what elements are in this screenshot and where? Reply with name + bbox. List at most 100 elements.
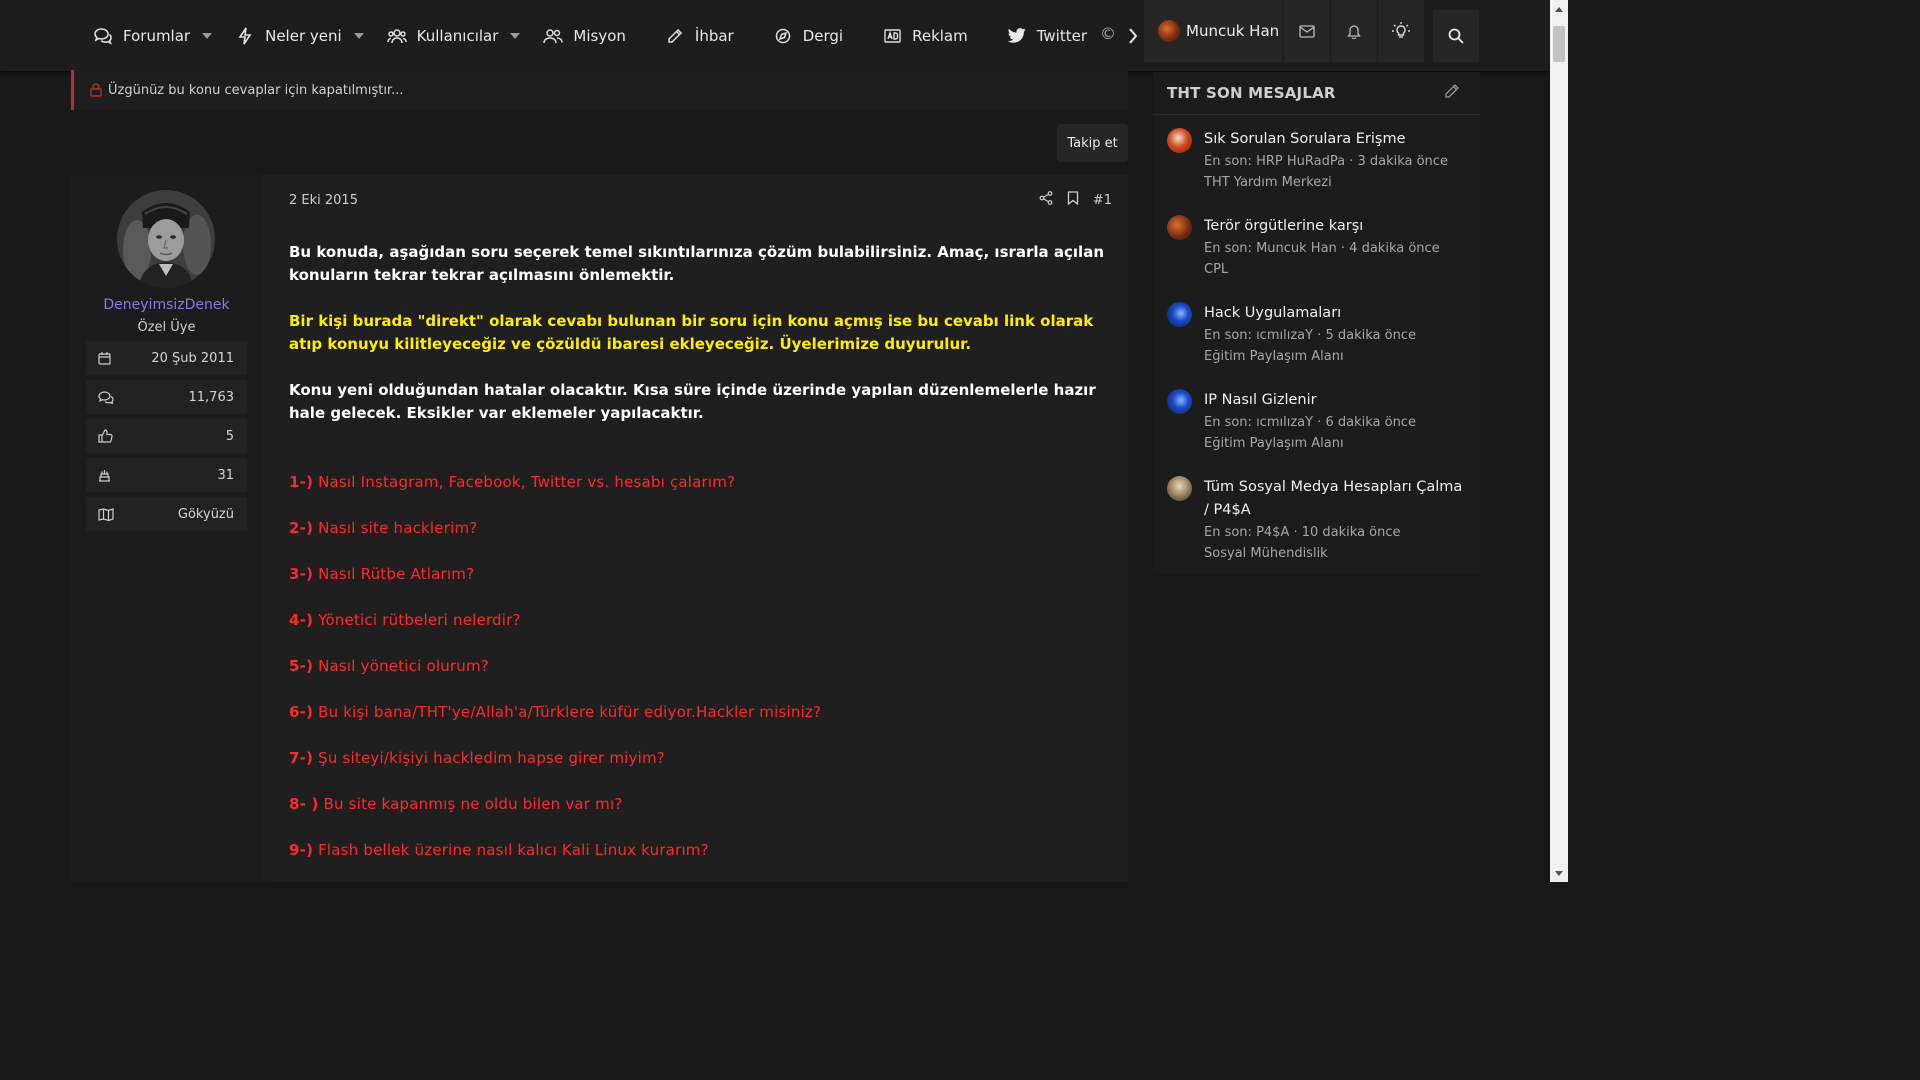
- share-icon[interactable]: [1039, 191, 1053, 209]
- follow-button[interactable]: Takip et: [1057, 124, 1128, 162]
- thread-closed-notice: Üzgünüz bu konu cevaplar için kapatılmış…: [71, 70, 1128, 110]
- post-message: DeneyimsizDenek Özel Üye 20 Şub 2011 11,…: [71, 175, 1128, 882]
- stat-value: 11,763: [188, 389, 235, 405]
- thumbs-up-icon: [98, 429, 113, 443]
- lightbulb-icon: [1392, 22, 1410, 38]
- post-paragraph-notice: Konu yeni olduğundan hatalar olacaktır. …: [289, 381, 1096, 422]
- search-button[interactable]: [1433, 10, 1479, 62]
- pencil-icon: [664, 25, 686, 47]
- thread-meta: En son: HRP HuRadPa · 3 dakika önce: [1204, 154, 1448, 169]
- question-item[interactable]: 8- ) Bu site kapanmış ne oldu bilen var …: [289, 793, 1109, 839]
- chevron-down-icon[interactable]: [353, 32, 364, 39]
- page-scrollbar[interactable]: [1550, 0, 1568, 882]
- map-icon: [98, 507, 114, 521]
- group-icon: [542, 25, 564, 47]
- nav-label: Forumlar: [123, 26, 191, 45]
- envelope-icon: [1299, 24, 1315, 38]
- nav-ihbar[interactable]: İhbar: [644, 0, 752, 71]
- question-item[interactable]: 1-) Nasıl Instagram, Facebook, Twitter v…: [289, 471, 1109, 517]
- thread-link[interactable]: Sık Sorulan Sorulara Erişme: [1204, 128, 1469, 151]
- post-content: 2 Eki 2015 #1 Bu konuda, aşağıdan soru s…: [275, 175, 1128, 882]
- question-item[interactable]: 5-) Nasıl yönetici olurum?: [289, 655, 1109, 701]
- avatar: [1167, 128, 1192, 153]
- post-number[interactable]: #1: [1093, 193, 1112, 208]
- question-item[interactable]: 9-) Flash bellek üzerine nasıl kalıcı Ka…: [289, 839, 1109, 885]
- thread-meta: En son: ıcmılızaY · 5 dakika önce: [1204, 328, 1416, 343]
- question-list: 1-) Nasıl Instagram, Facebook, Twitter v…: [289, 471, 1109, 885]
- nav-misyon[interactable]: Misyon: [538, 0, 644, 71]
- compass-icon: [772, 25, 794, 47]
- overflow-nav-icon[interactable]: ©: [1100, 24, 1116, 48]
- forum-link[interactable]: Eğitim Paylaşım Alanı: [1204, 346, 1469, 367]
- author-stat-location: Gökyüzü: [86, 497, 247, 531]
- author-username[interactable]: DeneyimsizDenek: [71, 297, 262, 313]
- author-avatar[interactable]: [117, 190, 215, 288]
- question-item[interactable]: 6-) Bu kişi bana/THT'ye/Allah'a/Türklere…: [289, 701, 1109, 747]
- nav-kullanicilar[interactable]: Kullanıcılar: [382, 0, 539, 71]
- stat-value: 31: [217, 467, 234, 483]
- thread-link[interactable]: Terör örgütlerine karşı: [1204, 215, 1469, 238]
- stat-value: 5: [225, 428, 234, 444]
- nav-label: Misyon: [573, 26, 626, 45]
- messages-icon: [98, 390, 114, 404]
- nav-label: Neler yeni: [265, 26, 342, 45]
- alerts-button[interactable]: [1331, 0, 1377, 62]
- forum-link[interactable]: Sosyal Mühendislik: [1204, 543, 1469, 564]
- avatar: [1167, 389, 1192, 414]
- nav-label: Reklam: [912, 26, 968, 45]
- forum-link[interactable]: THT Yardım Merkezi: [1204, 172, 1469, 193]
- post-paragraph-intro: Bu konuda, aşağıdan soru seçerek temel s…: [289, 243, 1104, 284]
- question-item[interactable]: 3-) Nasıl Rütbe Atlarım?: [289, 563, 1109, 609]
- thread-meta: En son: P4$A · 10 dakika önce: [1204, 525, 1401, 540]
- scroll-thumb[interactable]: [1553, 26, 1565, 62]
- post-date[interactable]: 2 Eki 2015: [289, 193, 358, 208]
- author-stat-joined: 20 Şub 2011: [86, 341, 247, 375]
- post-actions: #1: [1039, 191, 1112, 209]
- user-menu[interactable]: Muncuk Han: [1144, 0, 1282, 62]
- post-text: Bu konuda, aşağıdan soru seçerek temel s…: [289, 241, 1109, 885]
- question-item[interactable]: 4-) Yönetici rütbeleri nelerdir?: [289, 609, 1109, 655]
- question-item[interactable]: 2-) Nasıl site hacklerim?: [289, 517, 1109, 563]
- users-icon: [386, 25, 408, 47]
- style-toggle-button[interactable]: [1378, 0, 1424, 62]
- search-icon: [1448, 28, 1464, 44]
- thread-link[interactable]: Hack Uygulamaları: [1204, 302, 1469, 325]
- scroll-down-arrow-icon[interactable]: [1550, 864, 1568, 882]
- avatar: [1167, 215, 1192, 240]
- thread-meta: En son: Muncuk Han · 4 dakika önce: [1204, 241, 1440, 256]
- widget-header: THT SON MESAJLAR: [1153, 72, 1480, 115]
- nav-forumlar[interactable]: Forumlar: [88, 0, 230, 71]
- lightning-icon: [234, 25, 256, 47]
- post-paragraph-rule: Bir kişi burada "direkt" olarak cevabı b…: [289, 312, 1094, 353]
- top-navbar: Forumlar Neler yeni Kullanıcılar Misyon …: [0, 0, 1550, 71]
- scroll-up-arrow-icon[interactable]: [1550, 0, 1568, 18]
- edit-icon[interactable]: [1444, 83, 1460, 103]
- chevron-right-icon[interactable]: [1122, 22, 1144, 50]
- question-item[interactable]: 7-) Şu siteyi/kişiyi hackledim hapse gir…: [289, 747, 1109, 793]
- user-name: Muncuk Han: [1186, 22, 1280, 40]
- chevron-down-icon[interactable]: [202, 32, 213, 39]
- latest-posts-widget: THT SON MESAJLAR Sık Sorulan Sorulara Er…: [1153, 72, 1480, 574]
- forum-link[interactable]: Eğitim Paylaşım Alanı: [1204, 433, 1469, 454]
- nav-label: Dergi: [802, 26, 844, 45]
- avatar: [1167, 476, 1192, 501]
- thread-link[interactable]: Tüm Sosyal Medya Hesapları Çalma / P4$A: [1204, 476, 1469, 522]
- lock-icon: [90, 83, 102, 97]
- widget-title: THT SON MESAJLAR: [1167, 84, 1336, 102]
- forum-icon: [92, 25, 114, 47]
- main-nav: Forumlar Neler yeni Kullanıcılar Misyon …: [88, 0, 1105, 71]
- bookmark-icon[interactable]: [1067, 191, 1079, 209]
- trophy-icon: [98, 468, 111, 482]
- chevron-down-icon[interactable]: [510, 32, 521, 39]
- avatar: [1167, 302, 1192, 327]
- nav-reklam[interactable]: Reklam: [861, 0, 986, 71]
- author-stat-points: 31: [86, 458, 247, 492]
- forum-link[interactable]: CPL: [1204, 259, 1469, 280]
- nav-neler-yeni[interactable]: Neler yeni: [230, 0, 382, 71]
- author-stat-messages: 11,763: [86, 380, 247, 414]
- nav-twitter[interactable]: Twitter: [986, 0, 1105, 71]
- thread-link[interactable]: IP Nasıl Gizlenir: [1204, 389, 1469, 412]
- inbox-button[interactable]: [1284, 0, 1330, 62]
- nav-dergi[interactable]: Dergi: [752, 0, 861, 71]
- calendar-icon: [98, 351, 111, 365]
